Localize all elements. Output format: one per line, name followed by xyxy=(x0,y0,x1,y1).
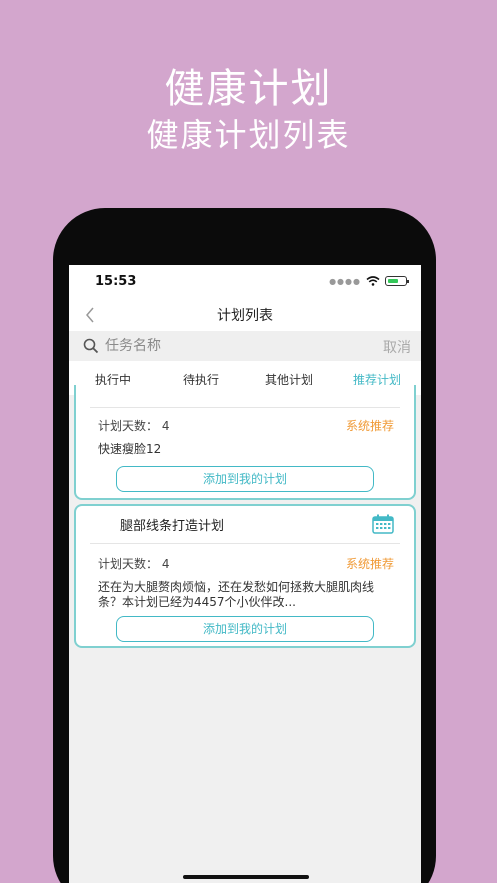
page-title: 计划列表 xyxy=(217,308,273,324)
search-input[interactable] xyxy=(105,335,365,357)
plan-card: 腿部线条打造计划 计划天数： 4 系统推荐 还在为大腿赘肉烦恼，还在发愁如何拯救… xyxy=(74,504,416,648)
plan-days-label: 计划天数： 4 xyxy=(98,557,170,571)
card-divider xyxy=(90,543,400,544)
plan-list: 计划天数： 4 系统推荐 快速瘦脸12 添加到我的计划 腿部线条打造计划 计划天… xyxy=(69,385,421,883)
recommend-badge: 系统推荐 xyxy=(345,557,394,571)
status-icons: ●●●● xyxy=(329,276,409,286)
status-time: 15:53 xyxy=(95,274,137,289)
recommend-badge: 系统推荐 xyxy=(345,419,394,433)
plan-days-label: 计划天数： 4 xyxy=(98,419,170,433)
signal-icon: ●●●● xyxy=(329,276,361,286)
battery-icon xyxy=(385,276,409,286)
plan-description: 快速瘦脸12 xyxy=(98,442,162,456)
add-to-my-plan-button[interactable]: 添加到我的计划 xyxy=(116,616,374,642)
status-bar: 15:53 ●●●● xyxy=(69,265,421,299)
card-divider xyxy=(90,407,400,408)
plan-description: 还在为大腿赘肉烦恼，还在发愁如何拯救大腿肌肉线条？本计划已经为4457个小伙伴改… xyxy=(98,580,375,609)
search-icon xyxy=(83,338,99,354)
calendar-icon xyxy=(372,514,394,534)
cancel-button[interactable]: 取消 xyxy=(383,337,411,357)
wifi-icon xyxy=(366,276,380,286)
promo-subtitle: 健康计划列表 xyxy=(146,116,351,154)
search-bar: 取消 xyxy=(69,331,421,361)
nav-bar: 计划列表 xyxy=(69,299,421,331)
plan-card: 计划天数： 4 系统推荐 快速瘦脸12 添加到我的计划 xyxy=(74,385,416,500)
app-screen: 15:53 ●●●● 计划列表 取消 执行中 待执行 其他计划 xyxy=(69,265,421,883)
plan-title: 腿部线条打造计划 xyxy=(120,519,225,534)
promo-title: 健康计划 xyxy=(164,66,333,112)
home-indicator xyxy=(183,875,309,879)
add-to-my-plan-button[interactable]: 添加到我的计划 xyxy=(116,466,374,492)
